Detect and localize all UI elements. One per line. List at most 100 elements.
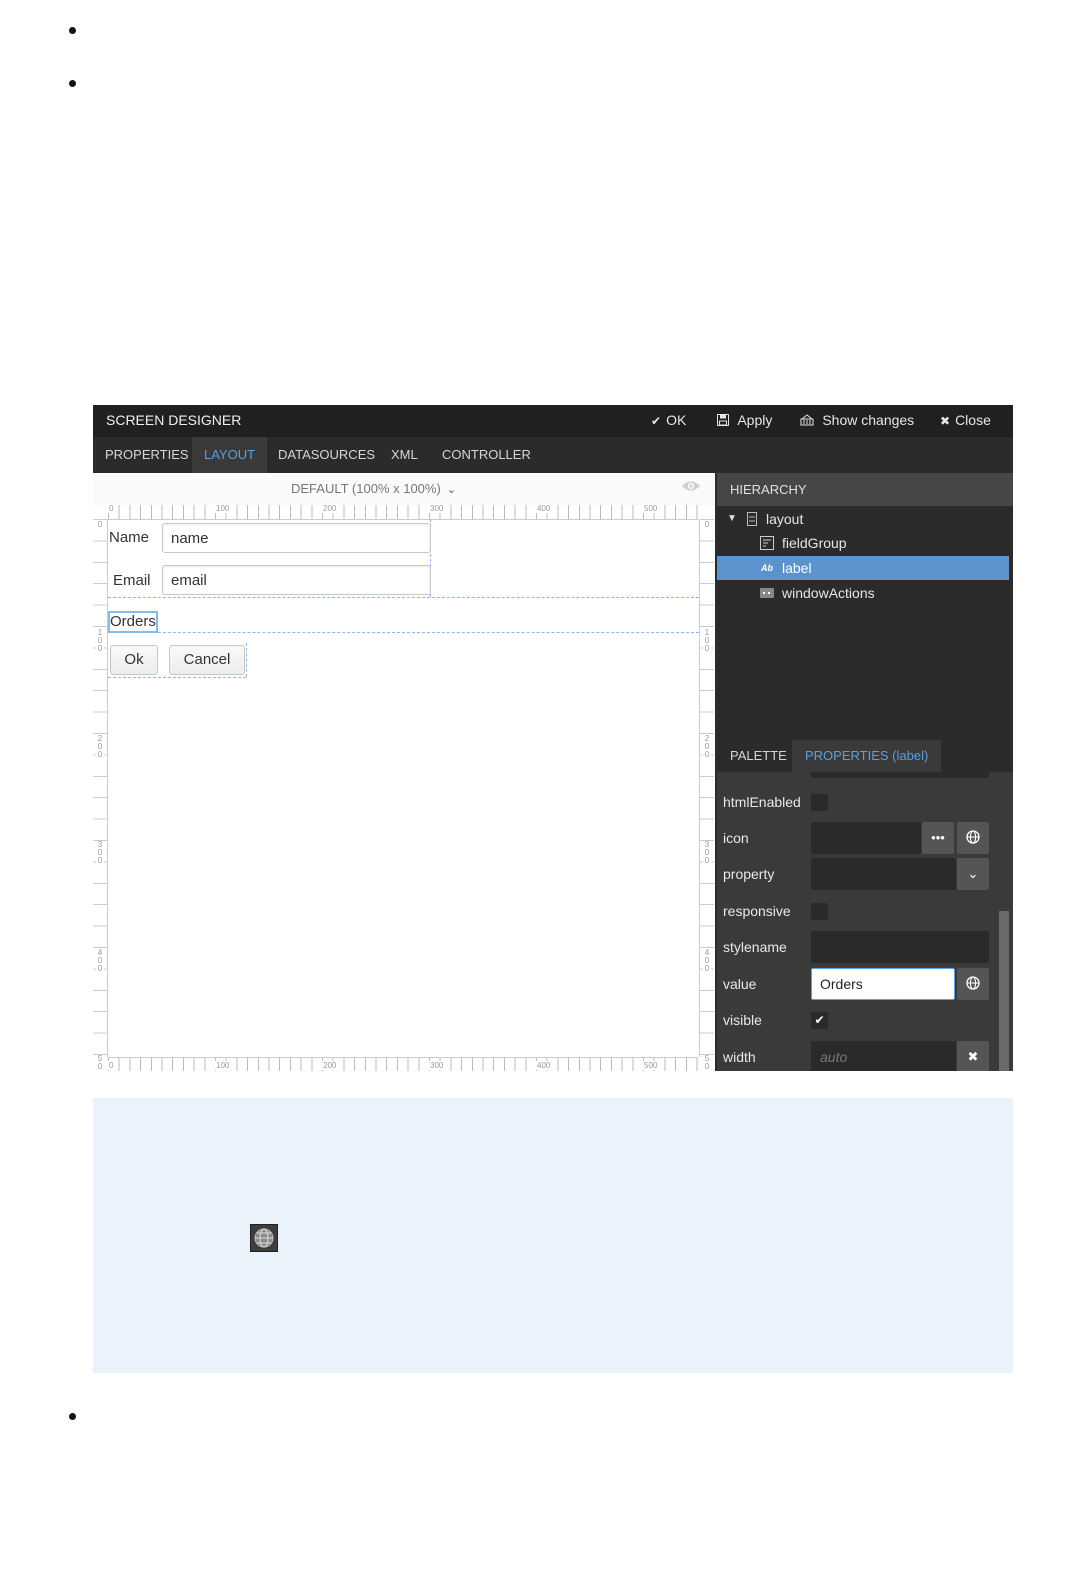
property-label: htmlEnabled xyxy=(723,794,801,810)
list-bullet xyxy=(69,1413,76,1420)
ruler-label: 100 xyxy=(703,628,711,653)
bottom-tabbar: PALETTE PROPERTIES (label) xyxy=(717,740,1013,772)
ruler-label: 500 xyxy=(96,1055,104,1071)
tree-node-label[interactable]: Ab label xyxy=(717,556,1009,580)
hierarchy-header: HIERARCHY xyxy=(717,473,1013,506)
list-bullet xyxy=(69,27,76,34)
ok-form-button[interactable]: Ok xyxy=(110,645,158,675)
globe-icon[interactable] xyxy=(957,968,989,1000)
designer-title: SCREEN DESIGNER xyxy=(106,412,242,428)
ruler-label: 300 xyxy=(96,840,104,865)
hierarchy-title: HIERARCHY xyxy=(730,482,807,497)
ellipsis-icon[interactable]: ••• xyxy=(922,822,954,854)
tab-layout[interactable]: LAYOUT xyxy=(192,437,268,473)
label-icon: Ab xyxy=(761,563,773,573)
tab-palette[interactable]: PALETTE xyxy=(717,740,800,772)
tree-node-windowactions[interactable]: windowActions xyxy=(717,581,1009,605)
properties-panel: htmlEnabled icon ••• property ⌄ responsi… xyxy=(717,772,1013,1071)
caret-down-icon[interactable]: ▼ xyxy=(727,507,737,531)
property-label: responsive xyxy=(723,903,791,919)
apply-button[interactable]: Apply xyxy=(717,412,772,428)
layout-icon xyxy=(745,512,759,526)
horizontal-ruler: 0 100 200 300 400 500 xyxy=(108,504,698,520)
ok-button[interactable]: ✔ OK xyxy=(651,412,686,428)
icon-field[interactable] xyxy=(811,822,921,854)
globe-icon xyxy=(250,1224,278,1252)
width-field[interactable]: auto xyxy=(811,1041,956,1071)
canvas-header: DEFAULT (100% x 100%) ⌄ xyxy=(93,473,715,505)
chevron-down-icon[interactable]: ⌄ xyxy=(957,858,989,890)
ruler-label: 200 xyxy=(703,734,711,759)
ruler-label: 0 xyxy=(108,504,115,513)
email-field[interactable]: email xyxy=(162,565,431,595)
property-label: icon xyxy=(723,830,749,846)
property-select[interactable] xyxy=(811,858,956,890)
ruler-label: 0 xyxy=(703,520,711,529)
property-label: stylename xyxy=(723,939,787,955)
clear-icon[interactable]: ✖ xyxy=(957,1041,989,1071)
tab-xml[interactable]: XML xyxy=(379,437,430,473)
ruler-label: 200 xyxy=(322,504,338,513)
save-icon xyxy=(717,414,732,428)
field-group-icon xyxy=(760,536,774,550)
ruler-label: 300 xyxy=(429,504,445,513)
ruler-label: 300 xyxy=(703,840,711,865)
ruler-label: 400 xyxy=(96,948,104,973)
window-actions-outline xyxy=(108,676,246,678)
tab-controller[interactable]: CONTROLLER xyxy=(430,437,543,473)
label-row-outline xyxy=(108,599,699,633)
ruler-label: 400 xyxy=(703,948,711,973)
layout-canvas[interactable]: DEFAULT (100% x 100%) ⌄ 0 100 200 300 400… xyxy=(93,473,715,1071)
properties-scrollbar[interactable] xyxy=(999,911,1009,1071)
close-icon: ✖ xyxy=(940,414,951,428)
ruler-label: 0 xyxy=(96,520,104,529)
cancel-form-button[interactable]: Cancel xyxy=(169,645,245,675)
ruler-label: 500 xyxy=(643,1061,659,1070)
name-field-label: Name xyxy=(109,529,150,546)
ruler-label: 300 xyxy=(429,1061,445,1070)
visible-checkbox[interactable]: ✔ xyxy=(811,1012,828,1029)
hierarchy-tree: ▼ layout fieldGroup Ab label windowActio… xyxy=(717,506,1013,740)
globe-icon[interactable] xyxy=(957,822,989,854)
property-label: value xyxy=(723,976,757,992)
property-label: visible xyxy=(723,1012,762,1028)
tab-properties[interactable]: PROPERTIES xyxy=(93,437,201,473)
property-label: width xyxy=(723,1049,756,1065)
show-changes-icon xyxy=(800,414,817,428)
email-field-label: Email xyxy=(113,572,151,589)
ruler-label: 500 xyxy=(703,1055,711,1071)
value-field[interactable]: Orders xyxy=(811,968,955,1000)
ruler-label: 200 xyxy=(96,734,104,759)
ruler-label: 100 xyxy=(215,504,231,513)
check-icon: ✔ xyxy=(651,414,662,428)
eye-icon[interactable] xyxy=(681,479,701,496)
tab-properties-label[interactable]: PROPERTIES (label) xyxy=(792,740,942,772)
designer-titlebar: SCREEN DESIGNER ✔ OK Apply Show changes ✖… xyxy=(93,405,1013,437)
responsive-checkbox[interactable] xyxy=(811,903,828,920)
chevron-down-icon: ⌄ xyxy=(446,484,457,496)
list-bullet xyxy=(69,80,76,87)
screen-profile-select[interactable]: DEFAULT (100% x 100%) ⌄ xyxy=(291,481,456,496)
ruler-label: 400 xyxy=(536,1061,552,1070)
horizontal-ruler-bottom: 0 100 200 300 400 500 xyxy=(108,1057,698,1071)
orders-label[interactable]: Orders xyxy=(108,611,158,633)
close-button[interactable]: ✖ Close xyxy=(940,412,991,428)
ruler-label: 100 xyxy=(215,1061,231,1070)
tree-node-fieldgroup[interactable]: fieldGroup xyxy=(717,531,1009,555)
ruler-label: 100 xyxy=(96,628,104,653)
show-changes-button[interactable]: Show changes xyxy=(800,412,914,428)
tree-node-layout[interactable]: ▼ layout xyxy=(717,507,1009,531)
ruler-label: 400 xyxy=(536,504,552,513)
screen-designer-window: SCREEN DESIGNER ✔ OK Apply Show changes ✖… xyxy=(93,405,1013,1071)
stylename-field[interactable] xyxy=(811,931,989,963)
window-actions-outline xyxy=(245,643,247,677)
designer-tabbar: PROPERTIES LAYOUT DATASOURCES XML CONTRO… xyxy=(93,437,1013,473)
property-field-partial[interactable] xyxy=(811,772,989,778)
tab-datasources[interactable]: DATASOURCES xyxy=(266,437,387,473)
ruler-label: 500 xyxy=(643,504,659,513)
name-field[interactable]: name xyxy=(162,523,431,553)
ruler-label: 0 xyxy=(108,1061,115,1070)
vertical-ruler-right: 0 100 200 300 400 500 xyxy=(699,519,714,1071)
html-enabled-checkbox[interactable] xyxy=(811,794,828,811)
info-callout xyxy=(93,1098,1013,1373)
